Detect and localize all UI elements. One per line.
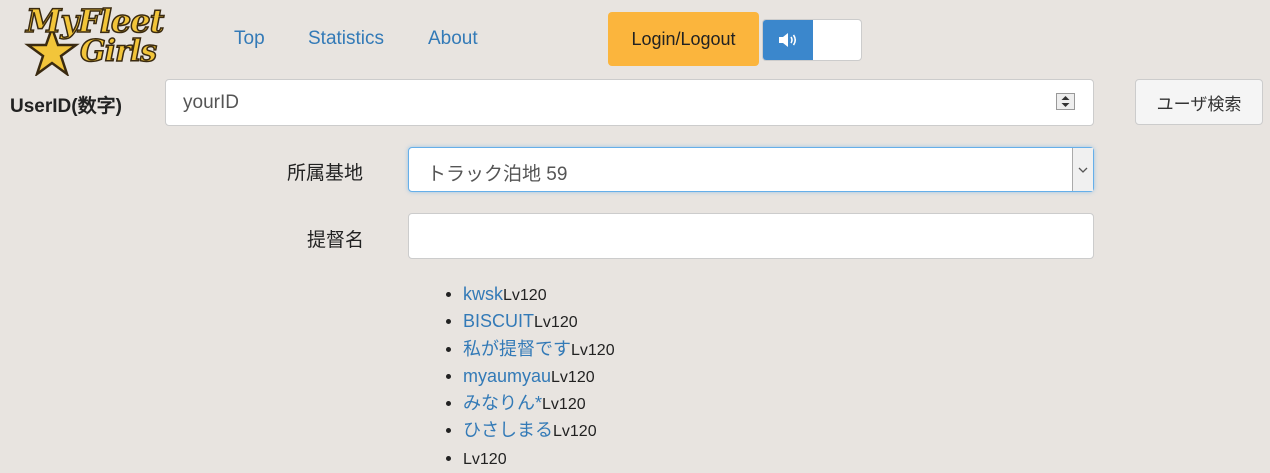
- number-spinner[interactable]: [1056, 93, 1075, 110]
- user-link[interactable]: BISCUIT: [463, 311, 534, 331]
- list-item: myaumyauLv120: [463, 364, 615, 391]
- admiral-name-input[interactable]: [408, 213, 1094, 259]
- base-select[interactable]: トラック泊地 59: [408, 147, 1094, 192]
- user-link[interactable]: みなりん*: [463, 393, 542, 413]
- list-item: みなりん*Lv120: [463, 391, 615, 418]
- speaker-icon: [779, 33, 797, 47]
- user-link[interactable]: 私が提督です: [463, 339, 571, 359]
- admiral-name-label: 提督名: [307, 230, 365, 251]
- user-level: Lv120: [503, 287, 547, 304]
- user-link[interactable]: ひさしまる: [463, 420, 553, 440]
- list-item: 私が提督ですLv120: [463, 337, 615, 364]
- myfleetgirls-logo[interactable]: MyFleet Girls: [22, 1, 168, 76]
- user-level: Lv120: [542, 396, 586, 414]
- spinner-arrows-icon: [1061, 96, 1070, 107]
- userid-label: UserID(数字): [10, 96, 122, 117]
- user-level: Lv120: [463, 450, 507, 468]
- login-logout-button[interactable]: Login/Logout: [608, 12, 759, 66]
- chevron-down-icon[interactable]: [1072, 148, 1093, 191]
- base-select-value: トラック泊地 59: [427, 164, 568, 185]
- user-level: Lv120: [534, 314, 578, 332]
- user-level: Lv120: [551, 368, 595, 386]
- list-item: ひさしまるLv120: [463, 418, 615, 445]
- user-search-button[interactable]: ユーザ検索: [1135, 79, 1263, 125]
- user-result-list: kwskLv120 BISCUITLv120 私が提督ですLv120 myaum…: [425, 282, 615, 473]
- user-level: Lv120: [553, 423, 597, 441]
- nav-link-about[interactable]: About: [428, 28, 478, 50]
- list-item: BISCUITLv120: [463, 309, 615, 336]
- list-item: kwskLv120: [463, 282, 615, 309]
- nav-link-top[interactable]: Top: [234, 28, 265, 50]
- user-link[interactable]: kwsk: [463, 284, 503, 304]
- userid-input-value: yourID: [183, 92, 239, 113]
- logo-text-girls: Girls: [79, 33, 158, 70]
- sound-on-segment[interactable]: [763, 20, 813, 60]
- nav-link-statistics[interactable]: Statistics: [308, 28, 384, 50]
- userid-input[interactable]: yourID: [165, 79, 1094, 126]
- user-level: Lv120: [571, 341, 615, 359]
- base-label: 所属基地: [287, 163, 364, 184]
- list-item: Lv120: [463, 446, 615, 473]
- sound-toggle[interactable]: [762, 19, 862, 61]
- user-link[interactable]: myaumyau: [463, 366, 551, 386]
